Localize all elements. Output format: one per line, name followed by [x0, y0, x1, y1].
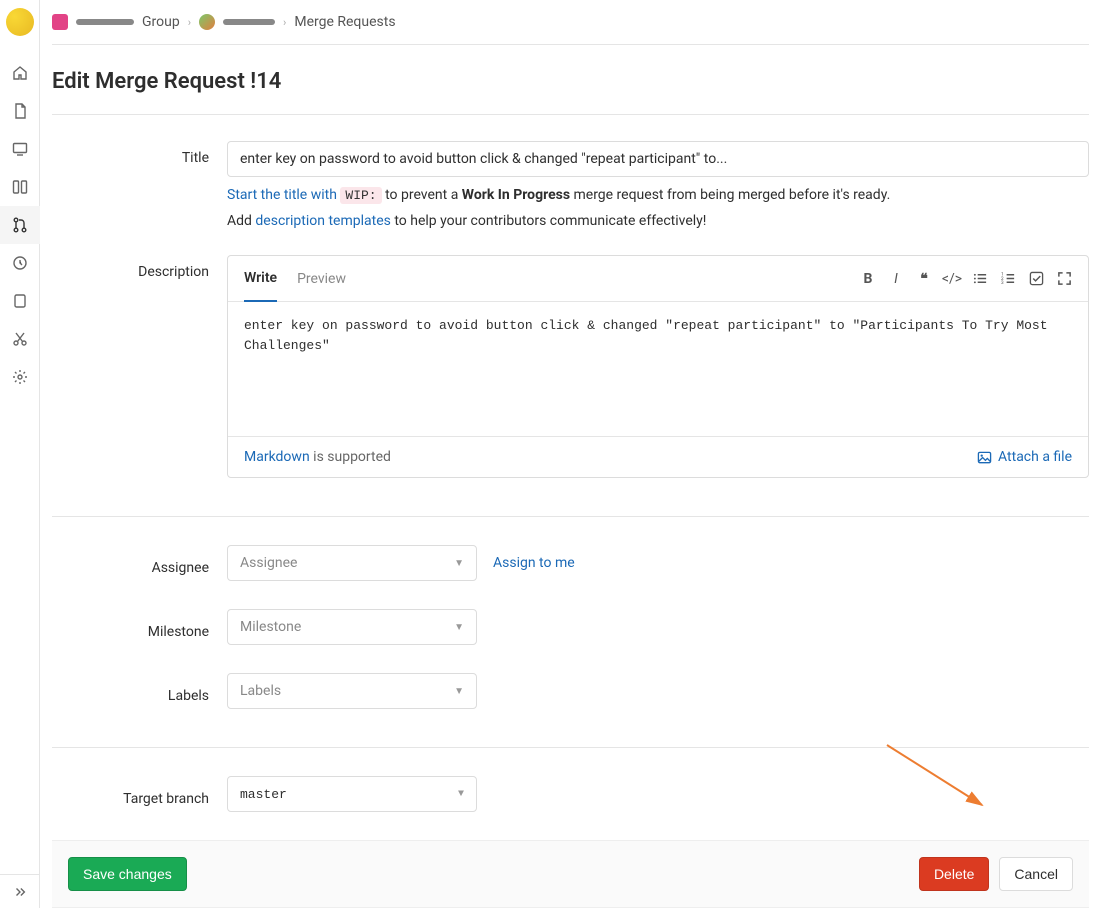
group-icon: [199, 14, 215, 30]
title-label: Title: [52, 141, 227, 229]
milestone-label: Milestone: [52, 615, 227, 640]
target-branch-select[interactable]: master ▼: [227, 776, 477, 812]
description-textarea[interactable]: [228, 302, 1088, 432]
merge-request-icon: [12, 217, 28, 233]
wip-help-text: Start the title with WIP: to prevent a W…: [227, 187, 1089, 203]
bold-icon[interactable]: B: [860, 271, 876, 287]
labels-label: Labels: [52, 679, 227, 704]
sidebar-home[interactable]: [0, 54, 40, 92]
assignee-select[interactable]: Assignee ▼: [227, 545, 477, 581]
assignee-row: Assignee Assignee ▼ Assign to me: [52, 517, 1089, 581]
breadcrumb-redacted: [76, 19, 134, 25]
chevron-down-icon: ▼: [454, 558, 464, 569]
actions-bar: Save changes Delete Cancel: [52, 840, 1089, 908]
editor-tabs: Write Preview B I ❝ </> 123: [228, 256, 1088, 302]
description-templates-link[interactable]: description templates: [255, 213, 390, 229]
target-branch-label: Target branch: [52, 782, 227, 807]
columns-icon: [12, 179, 28, 195]
target-branch-row: Target branch master ▼: [52, 748, 1089, 812]
editor-toolbar: B I ❝ </> 123: [860, 271, 1072, 287]
title-input[interactable]: [227, 141, 1089, 177]
svg-text:3: 3: [1001, 280, 1004, 286]
main-content: Group › › Merge Requests Edit Merge Requ…: [40, 0, 1101, 908]
breadcrumb-current[interactable]: Merge Requests: [294, 14, 395, 30]
sidebar-snippets[interactable]: [0, 320, 40, 358]
breadcrumb: Group › › Merge Requests: [52, 0, 1089, 45]
labels-row: Labels Labels ▼: [52, 645, 1089, 709]
sidebar-merge-requests[interactable]: [0, 206, 40, 244]
sidebar-collapse[interactable]: [0, 874, 40, 908]
chevron-down-icon: ▼: [454, 686, 464, 697]
description-row: Description Write Preview B I ❝ </>: [52, 229, 1089, 478]
image-icon: [977, 450, 992, 465]
assignee-label: Assignee: [52, 551, 227, 576]
chevron-right-icon: ›: [283, 16, 286, 29]
scissors-icon: [12, 331, 28, 347]
fullscreen-icon[interactable]: [1056, 271, 1072, 287]
file-icon: [12, 103, 28, 119]
wip-prefix-link[interactable]: Start the title with: [227, 187, 340, 203]
labels-select[interactable]: Labels ▼: [227, 673, 477, 709]
description-editor: Write Preview B I ❝ </> 123: [227, 255, 1089, 478]
book-icon: [12, 293, 28, 309]
chevron-down-icon: ▼: [458, 789, 464, 800]
title-row: Title Start the title with WIP: to preve…: [52, 115, 1089, 229]
sidebar-settings[interactable]: [0, 358, 40, 396]
code-icon[interactable]: </>: [944, 271, 960, 287]
chevron-down-icon: ▼: [454, 622, 464, 633]
project-logo[interactable]: [6, 8, 34, 36]
markdown-link[interactable]: Markdown: [244, 449, 310, 465]
editor-footer: Markdown is supported Attach a file: [228, 436, 1088, 477]
bullet-list-icon[interactable]: [972, 271, 988, 287]
chevrons-right-icon: [13, 885, 27, 899]
wip-code: WIP:: [340, 187, 381, 204]
milestone-select[interactable]: Milestone ▼: [227, 609, 477, 645]
chevron-right-icon: ›: [188, 16, 191, 29]
project-icon: [52, 14, 68, 30]
monitor-icon: [12, 141, 28, 157]
task-list-icon[interactable]: [1028, 271, 1044, 287]
template-help-text: Add description templates to help your c…: [227, 213, 1089, 229]
annotation-arrow-icon: [882, 740, 1002, 818]
assign-to-me-link[interactable]: Assign to me: [493, 555, 575, 571]
attach-file-button[interactable]: Attach a file: [977, 449, 1072, 465]
breadcrumb-group-text: Group: [142, 14, 180, 30]
quote-icon[interactable]: ❝: [916, 271, 932, 287]
sidebar-boards[interactable]: [0, 168, 40, 206]
sidebar-repository[interactable]: [0, 92, 40, 130]
home-icon: [12, 65, 28, 81]
sidebar-ci[interactable]: [0, 244, 40, 282]
milestone-row: Milestone Milestone ▼: [52, 581, 1089, 645]
breadcrumb-redacted-2: [223, 19, 275, 25]
gear-icon: [12, 369, 28, 385]
sidebar-issues[interactable]: [0, 130, 40, 168]
sidebar-wiki[interactable]: [0, 282, 40, 320]
left-sidebar: [0, 0, 40, 908]
clock-icon: [12, 255, 28, 271]
numbered-list-icon[interactable]: 123: [1000, 271, 1016, 287]
tab-preview[interactable]: Preview: [297, 257, 346, 301]
description-label: Description: [52, 255, 227, 478]
page-title: Edit Merge Request !14: [52, 45, 1089, 115]
italic-icon[interactable]: I: [888, 271, 904, 287]
tab-write[interactable]: Write: [244, 256, 277, 302]
